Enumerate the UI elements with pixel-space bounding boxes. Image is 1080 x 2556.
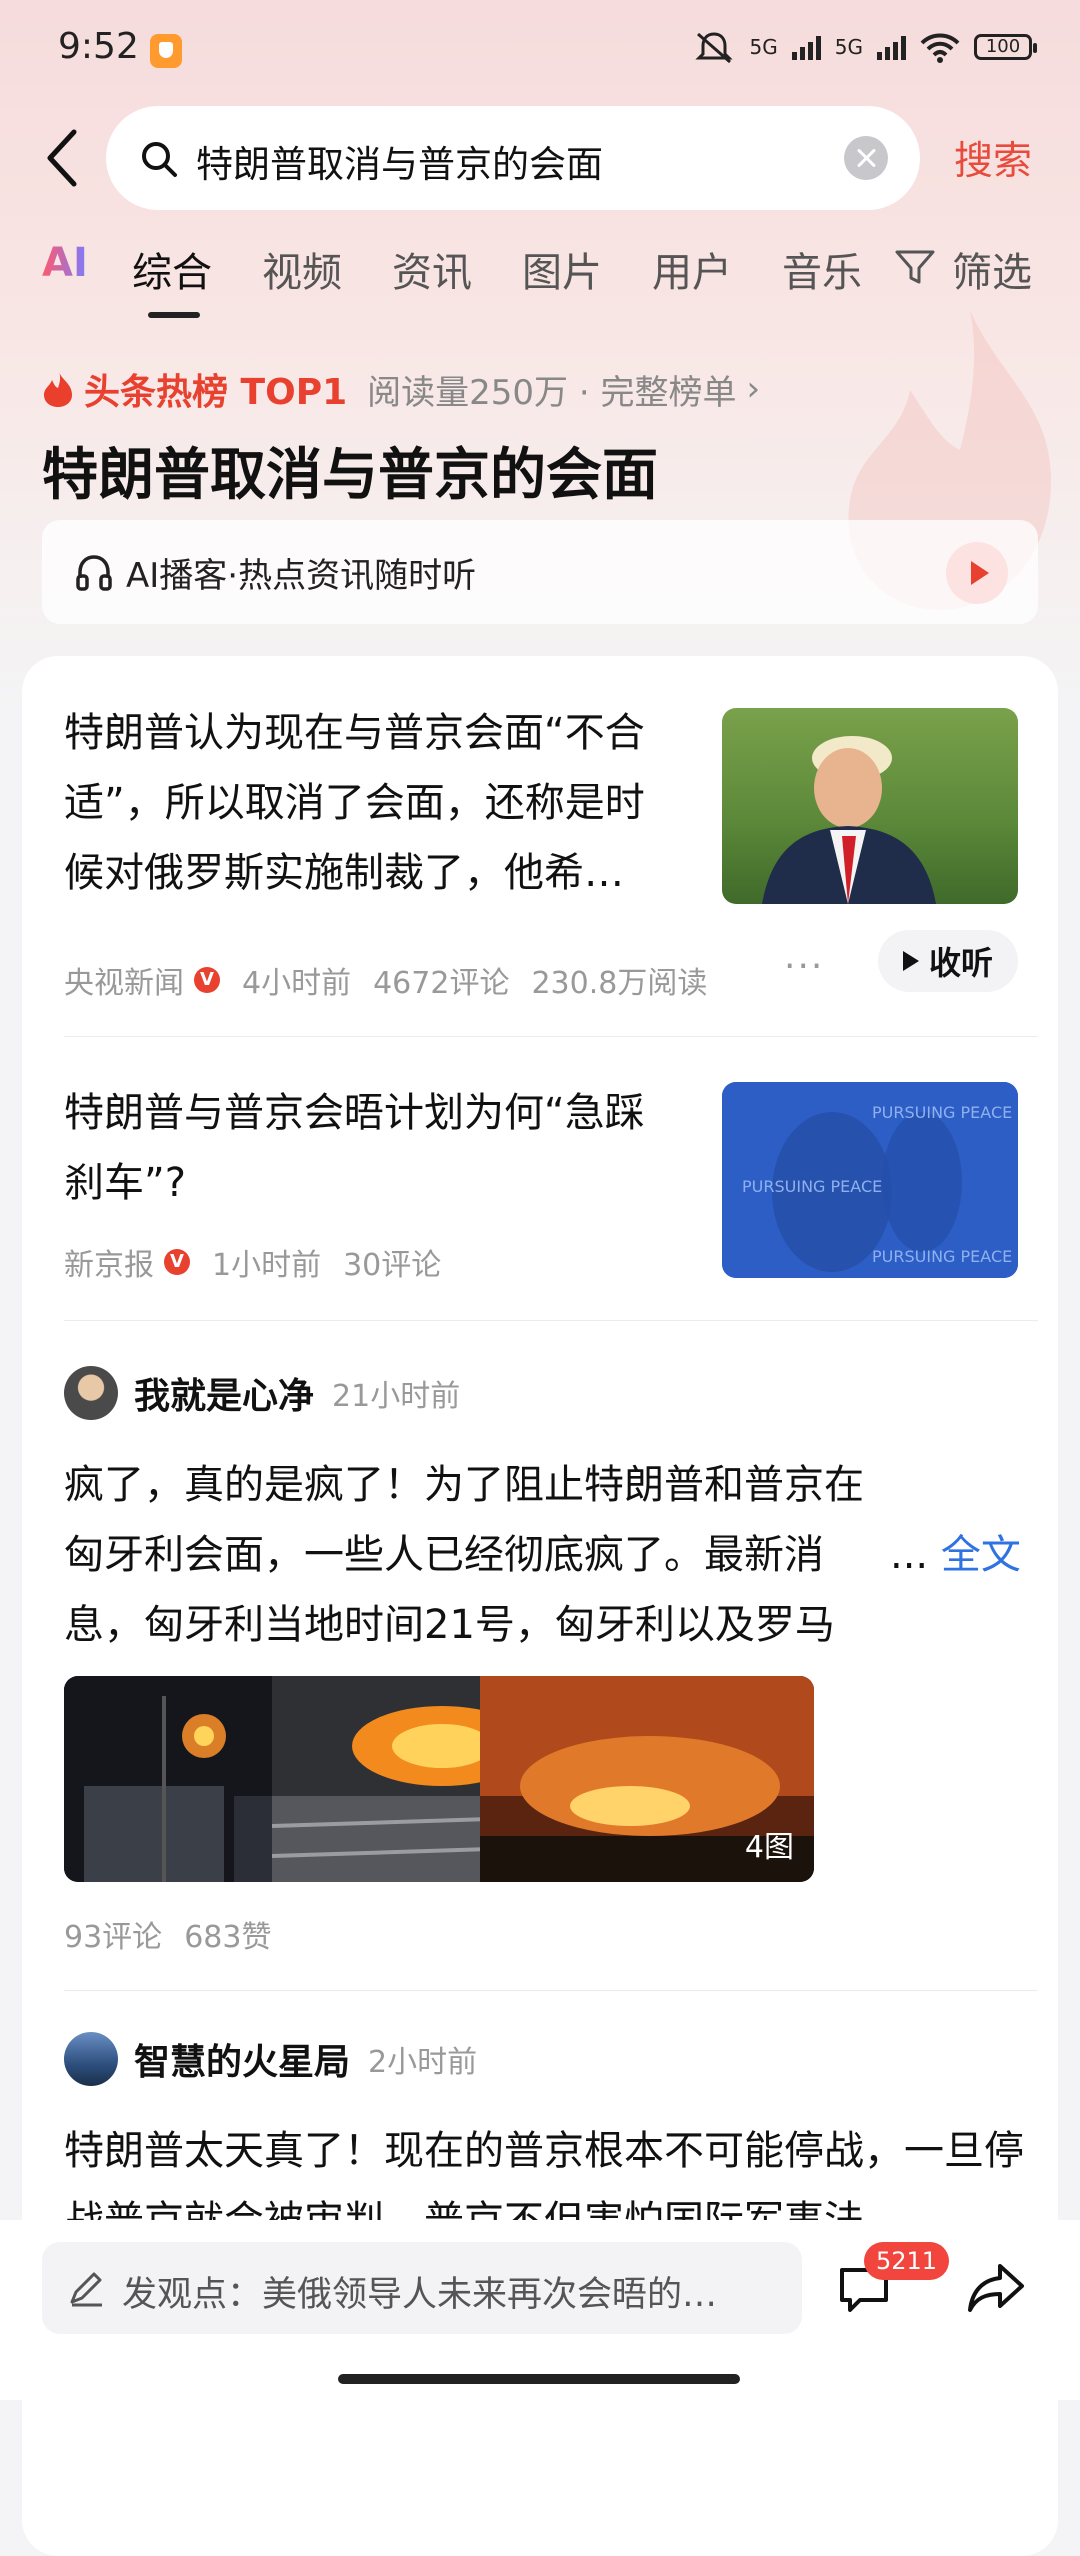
divider <box>64 1320 1038 1321</box>
signal-icon <box>791 34 821 60</box>
tab-ai[interactable]: AI <box>42 240 88 286</box>
tab-bar: AI 综合 视频 资讯 图片 用户 音乐 筛选 <box>0 240 1080 320</box>
news-title[interactable]: 特朗普与普京会晤计划为何“急踩刹车”? <box>64 1078 664 1218</box>
tab-images[interactable]: 图片 <box>522 240 602 298</box>
fire-icon <box>44 372 72 407</box>
hot-rank-meta: 阅读量250万 · 完整榜单 <box>367 372 737 413</box>
comment-placeholder: 发观点：美俄领导人未来再次会晤的… <box>122 2275 718 2315</box>
tab-news[interactable]: 资讯 <box>392 240 472 298</box>
post-header[interactable]: 我就是心净 21小时前 <box>64 1366 460 1420</box>
signal-icon <box>877 34 906 60</box>
hot-rank-label: 头条热榜 TOP1 <box>84 372 348 413</box>
pursuing-peace-photo: PURSUING PEACE PURSUING PEACE PURSUING P… <box>722 1082 1018 1278</box>
network-label-2: 5G <box>834 35 863 59</box>
shield-icon <box>150 34 182 68</box>
full-text-label: 全文 <box>940 1532 1021 1578</box>
news-time: 4小时前 <box>242 966 352 1001</box>
back-icon[interactable] <box>42 128 82 188</box>
verified-icon: V <box>164 1249 190 1275</box>
topic-headline: 特朗普取消与普京的会面 <box>42 443 658 508</box>
post-comments[interactable]: 93评论 <box>64 1912 162 1956</box>
clear-icon[interactable] <box>844 136 888 180</box>
tab-users[interactable]: 用户 <box>652 240 732 298</box>
avatar[interactable] <box>64 2032 118 2086</box>
chevron-right-icon: › <box>746 369 761 409</box>
comment-count-badge: 5211 <box>864 2242 950 2280</box>
news-meta: 新京报 V 1小时前 30评论 <box>64 1240 463 1284</box>
verified-icon: V <box>194 967 220 993</box>
listen-button[interactable]: 收听 <box>878 930 1018 992</box>
network-label-1: 5G <box>749 35 778 59</box>
search-button[interactable]: 搜索 <box>954 130 1032 186</box>
news-thumbnail[interactable] <box>722 708 1018 904</box>
share-icon[interactable] <box>966 2258 1026 2316</box>
search-query: 特朗普取消与普京的会面 <box>196 143 603 186</box>
play-triangle-icon <box>902 951 919 971</box>
news-source: 新京报 <box>64 1248 154 1283</box>
person-photo <box>762 736 936 904</box>
tab-filter[interactable]: 筛选 <box>952 240 1032 298</box>
news-source: 央视新闻 <box>64 966 184 1001</box>
post-time: 2小时前 <box>368 2045 478 2080</box>
news-meta: 央视新闻 V 4小时前 4672评论 230.8万阅读 <box>64 958 729 1002</box>
news-thumbnail[interactable]: PURSUING PEACE PURSUING PEACE PURSUING P… <box>722 1082 1018 1278</box>
news-reads: 230.8万阅读 <box>531 966 708 1001</box>
divider <box>64 1036 1038 1037</box>
active-tab-indicator <box>148 312 200 318</box>
news-title[interactable]: 特朗普认为现在与普京会面“不合适”，所以取消了会面，还称是时候对俄罗斯实施制裁了… <box>64 698 664 908</box>
news-comments: 30评论 <box>343 1248 442 1283</box>
status-bar: 9:52 5G 5G 100 <box>0 0 1080 100</box>
divider <box>64 1990 1038 1991</box>
image-caption: PURSUING PEACE <box>872 1247 1012 1266</box>
post-header[interactable]: 智慧的火星局 2小时前 <box>64 2032 477 2086</box>
bottom-bar: 发观点：美俄领导人未来再次会晤的… 5211 <box>0 2220 1080 2400</box>
listen-label: 收听 <box>928 944 993 982</box>
search-input[interactable]: 特朗普取消与普京的会面 <box>106 106 920 210</box>
avatar[interactable] <box>64 1366 118 1420</box>
news-comments: 4672评论 <box>373 966 510 1001</box>
status-icons: 5G 5G 100 <box>694 30 1037 64</box>
ai-podcast-bar[interactable]: AI播客·热点资讯随时听 <box>42 520 1038 624</box>
headphone-icon <box>76 555 112 591</box>
ellipsis: ... <box>890 1532 929 1578</box>
comment-input[interactable]: 发观点：美俄领导人未来再次会晤的… <box>42 2242 802 2334</box>
post-time: 21小时前 <box>332 1379 461 1414</box>
read-full-link[interactable]: ... 全文 <box>890 1520 1021 1590</box>
search-icon <box>142 142 177 177</box>
battery-icon: 100 <box>974 34 1037 60</box>
mute-icon <box>694 32 733 64</box>
hot-rank-row[interactable]: 头条热榜 TOP1 阅读量250万 · 完整榜单 › <box>42 362 760 416</box>
tab-video[interactable]: 视频 <box>262 240 342 298</box>
post-body[interactable]: 疯了，真的是疯了！为了阻止特朗普和普京在匈牙利会面，一些人已经彻底疯了。最新消息… <box>64 1450 864 1660</box>
image-count: 4图 <box>744 1830 794 1865</box>
tab-general[interactable]: 综合 <box>132 240 212 298</box>
image-caption: PURSUING PEACE <box>742 1177 882 1196</box>
play-icon[interactable] <box>946 542 1008 604</box>
more-options-icon[interactable]: ··· <box>784 946 824 987</box>
post-author[interactable]: 我就是心净 <box>134 1367 314 1419</box>
status-time: 9:52 <box>58 26 139 67</box>
post-meta: 93评论 683赞 <box>64 1912 293 1956</box>
post-author[interactable]: 智慧的火星局 <box>134 2033 350 2085</box>
wifi-icon <box>920 33 960 63</box>
post-likes[interactable]: 683赞 <box>184 1912 271 1956</box>
post-image[interactable]: 4图 <box>480 1676 814 1882</box>
filter-icon[interactable] <box>895 248 935 286</box>
home-indicator[interactable] <box>338 2374 740 2384</box>
tab-music[interactable]: 音乐 <box>782 240 862 298</box>
image-caption: PURSUING PEACE <box>872 1103 1012 1122</box>
podcast-label: AI播客·热点资讯随时听 <box>126 556 477 596</box>
pen-icon <box>70 2272 102 2307</box>
news-time: 1小时前 <box>212 1248 322 1283</box>
